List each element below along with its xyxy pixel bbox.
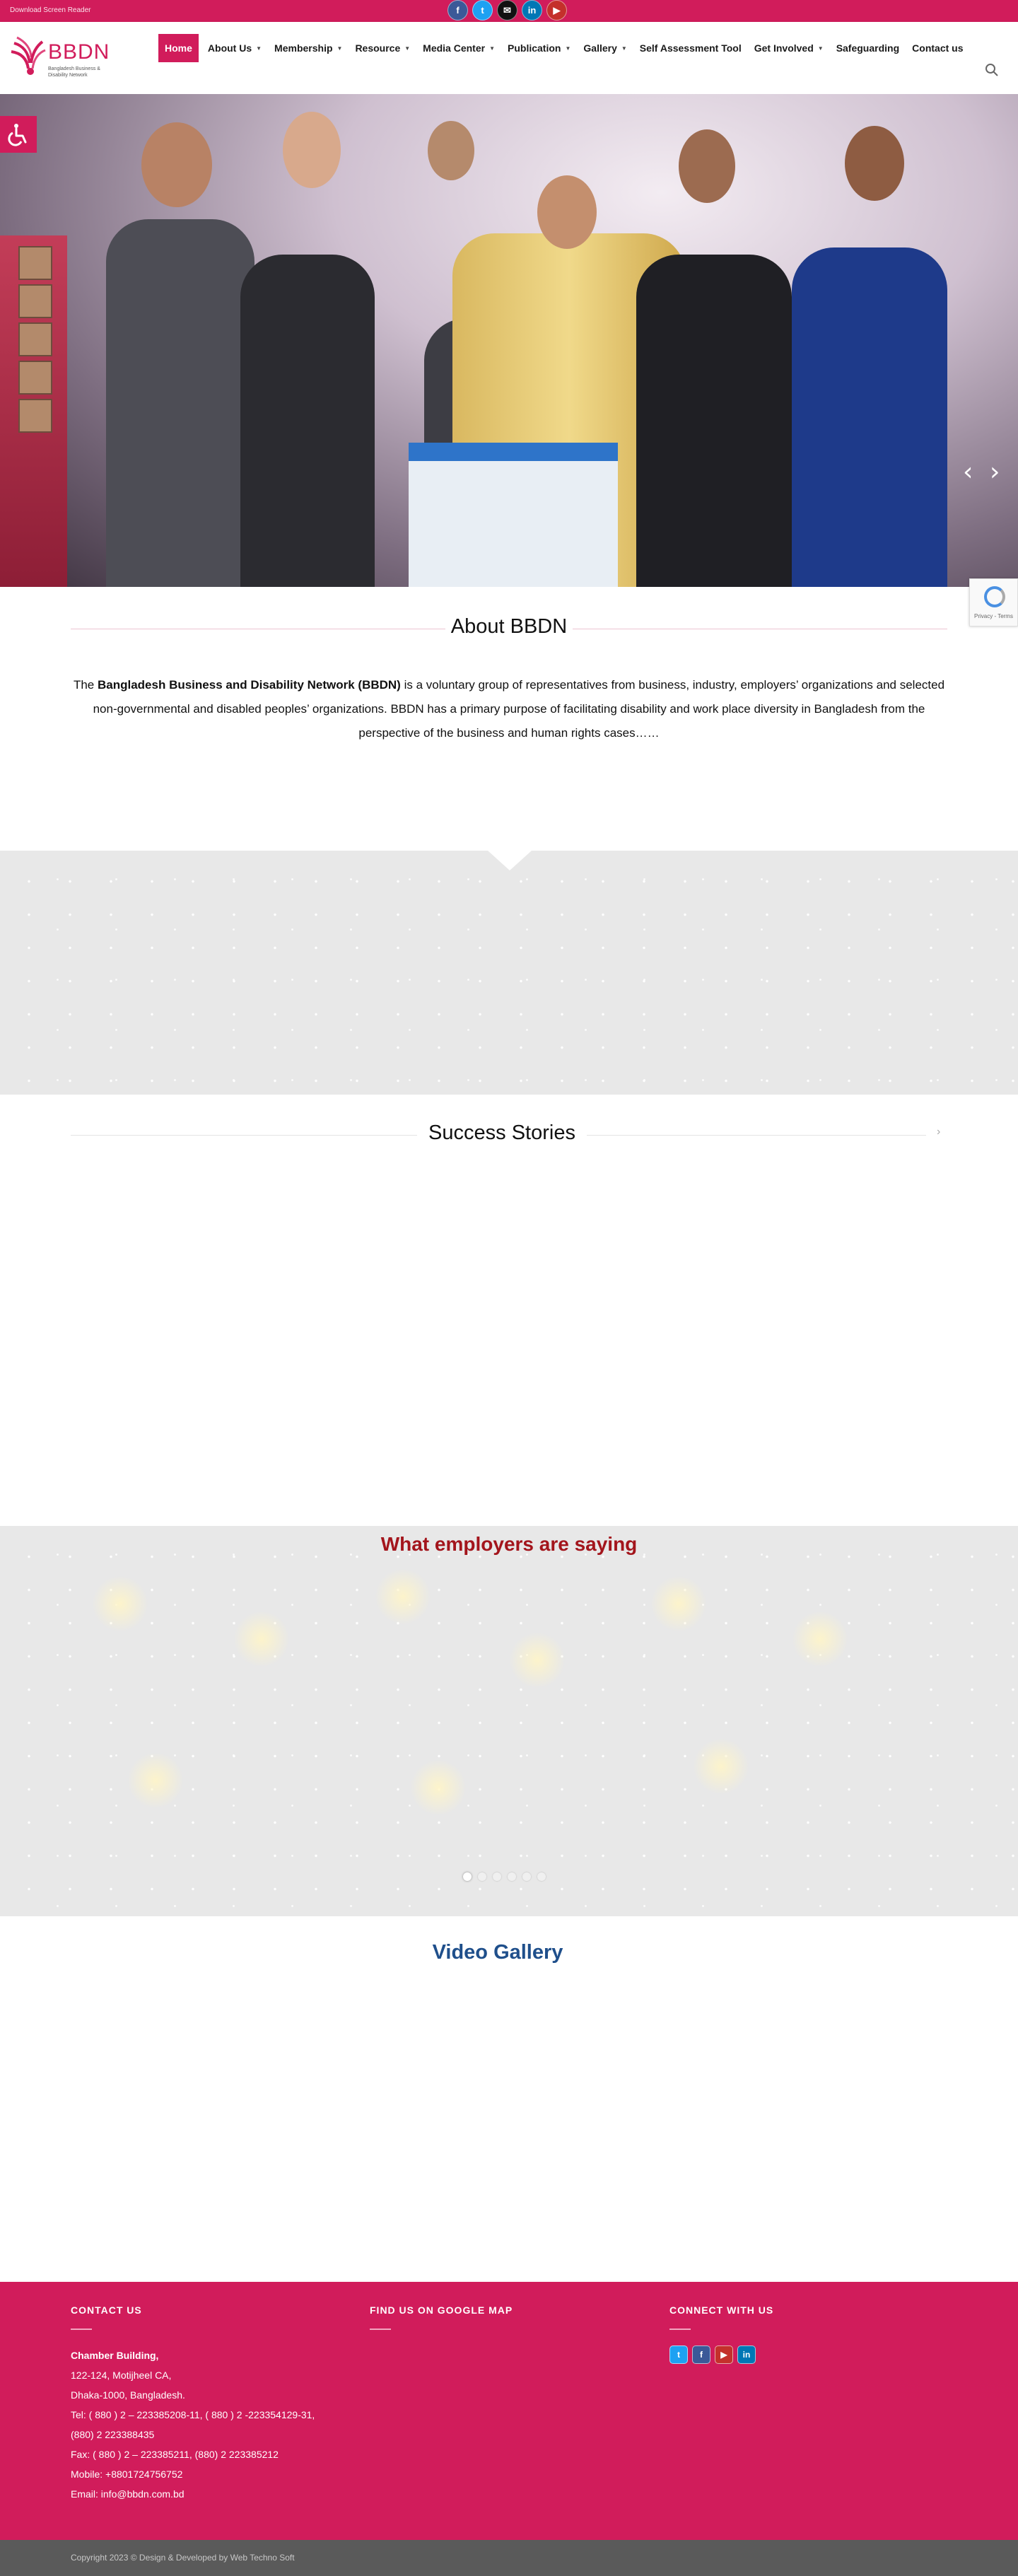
footer-contact-line: (880) 2 223388435 (71, 2429, 155, 2440)
carousel-dot[interactable] (478, 1872, 486, 1881)
about-org-name: Bangladesh Business and Disability Netwo… (97, 678, 401, 692)
chevron-down-icon: ▼ (489, 45, 496, 52)
nav-item-resource[interactable]: Resource ▼ (349, 33, 416, 63)
recaptcha-icon (984, 586, 1005, 607)
about-section-title: About BBDN (71, 615, 947, 643)
site-footer: CONTACT US Chamber Building, 122-124, Mo… (0, 2282, 1018, 2540)
nav-item-media-center[interactable]: Media Center ▼ (416, 33, 501, 63)
success-stories-title: Success Stories (428, 1121, 575, 1144)
site-header: BBDN Bangladesh Business & Disability Ne… (0, 22, 1018, 94)
logo-mark-icon (11, 36, 46, 75)
nav-item-get-involved[interactable]: Get Involved ▼ (748, 33, 830, 63)
footer-connect-column: CONNECT WITH US t f ▶ in (669, 2304, 773, 2364)
nav-item-membership[interactable]: Membership ▼ (268, 33, 349, 63)
chevron-down-icon: ▼ (565, 45, 571, 52)
hero-person (792, 247, 947, 587)
chevron-down-icon: ▼ (817, 45, 824, 52)
footer-social-icons: t f ▶ in (669, 2345, 773, 2364)
logo[interactable]: BBDN Bangladesh Business & Disability Ne… (10, 30, 116, 81)
nav-item-self-assessment-tool[interactable]: Self Assessment Tool (633, 33, 748, 63)
hero-slider (0, 94, 1018, 587)
top-bar: Download Screen Reader f t ✉ in ▶ (0, 0, 1018, 22)
hero-person (106, 219, 255, 587)
footer-contact-line: 122-124, Motijheel CA, (71, 2370, 172, 2381)
wheelchair-icon (8, 124, 27, 146)
nav-item-home[interactable]: Home (158, 34, 199, 62)
copyright-bar: Copyright 2023 © Design & Developed by W… (0, 2540, 1018, 2576)
chevron-down-icon: ▼ (337, 45, 343, 52)
social-links: f t ✉ in ▶ (447, 0, 567, 21)
logo-name: BBDN (48, 40, 110, 64)
recaptcha-terms: Privacy - Terms (974, 613, 1013, 619)
success-stories-section-title: Success Stories (71, 1121, 947, 1150)
logo-tagline: Bangladesh Business & Disability Network (48, 66, 100, 78)
facebook-icon[interactable]: f (692, 2345, 710, 2364)
twitter-icon[interactable]: t (472, 0, 493, 21)
footer-contact-line: Dhaka-1000, Bangladesh. (71, 2389, 185, 2401)
chevron-down-icon: ▼ (621, 45, 627, 52)
nav-item-gallery[interactable]: Gallery ▼ (577, 33, 633, 63)
video-gallery-title: Video Gallery (432, 1941, 563, 1964)
nav-item-publication[interactable]: Publication ▼ (501, 33, 577, 63)
section-notch (488, 851, 532, 870)
main-nav: Home About Us ▼ Membership ▼ Resource ▼ Media C… (158, 33, 970, 63)
footer-contact-line: Mobile: +8801724756752 (71, 2469, 183, 2480)
youtube-icon[interactable]: ▶ (715, 2345, 733, 2364)
hero-person (636, 255, 792, 587)
footer-contact-heading: CONTACT US (71, 2304, 142, 2316)
footer-contact-line: Fax: ( 880 ) 2 – 223385211, (880) 2 2233… (71, 2449, 279, 2460)
testimonial-carousel-dots (463, 1872, 546, 1881)
nav-item-contact-us[interactable]: Contact us (906, 33, 969, 63)
accessibility-toolbar-button[interactable] (0, 116, 37, 153)
hero-next-arrow[interactable]: › (990, 457, 1000, 486)
twitter-icon[interactable]: t (669, 2345, 688, 2364)
facebook-icon[interactable]: f (447, 0, 468, 21)
employers-title: What employers are saying (380, 1533, 638, 1555)
carousel-dot[interactable] (493, 1872, 501, 1881)
linkedin-icon[interactable]: in (737, 2345, 756, 2364)
footer-contact-column: CONTACT US Chamber Building, 122-124, Mo… (71, 2304, 315, 2504)
carousel-dot[interactable] (508, 1872, 516, 1881)
success-stories-next-arrow[interactable]: › (937, 1126, 940, 1138)
hero-person (240, 255, 375, 587)
hero-podium (409, 443, 618, 587)
employers-testimonials-section (0, 1526, 1018, 1916)
footer-map-column: FIND US ON GOOGLE MAP (370, 2304, 513, 2345)
youtube-icon[interactable]: ▶ (546, 0, 567, 21)
search-icon[interactable] (985, 63, 999, 77)
linkedin-icon[interactable]: in (522, 0, 542, 21)
nav-item-about-us[interactable]: About Us ▼ (201, 33, 268, 63)
footer-contact-line[interactable]: Email: info@bbdn.com.bd (71, 2484, 315, 2504)
nav-item-safeguarding[interactable]: Safeguarding (830, 33, 906, 63)
about-text: The Bangladesh Business and Disability N… (73, 678, 945, 740)
footer-building: Chamber Building, (71, 2350, 159, 2361)
copyright-text: Copyright 2023 © Design & Developed by W… (71, 2553, 295, 2563)
about-title: About BBDN (450, 615, 568, 638)
download-screen-reader-link[interactable]: Download Screen Reader (10, 6, 91, 14)
carousel-dot[interactable] (463, 1872, 472, 1881)
carousel-dot[interactable] (522, 1872, 531, 1881)
email-icon[interactable]: ✉ (497, 0, 517, 21)
hero-backdrop-photos (18, 246, 52, 433)
recaptcha-badge[interactable]: Privacy - Terms (969, 578, 1018, 626)
chevron-down-icon: ▼ (404, 45, 411, 52)
carousel-dot[interactable] (537, 1872, 546, 1881)
footer-connect-heading: CONNECT WITH US (669, 2304, 774, 2316)
footer-contact-line: Tel: ( 880 ) 2 – 223385208-11, ( 880 ) 2… (71, 2409, 315, 2420)
hero-prev-arrow[interactable]: ‹ (963, 457, 973, 486)
footer-map-heading: FIND US ON GOOGLE MAP (370, 2304, 513, 2316)
grey-band-section (0, 851, 1018, 1095)
chevron-down-icon: ▼ (256, 45, 262, 52)
